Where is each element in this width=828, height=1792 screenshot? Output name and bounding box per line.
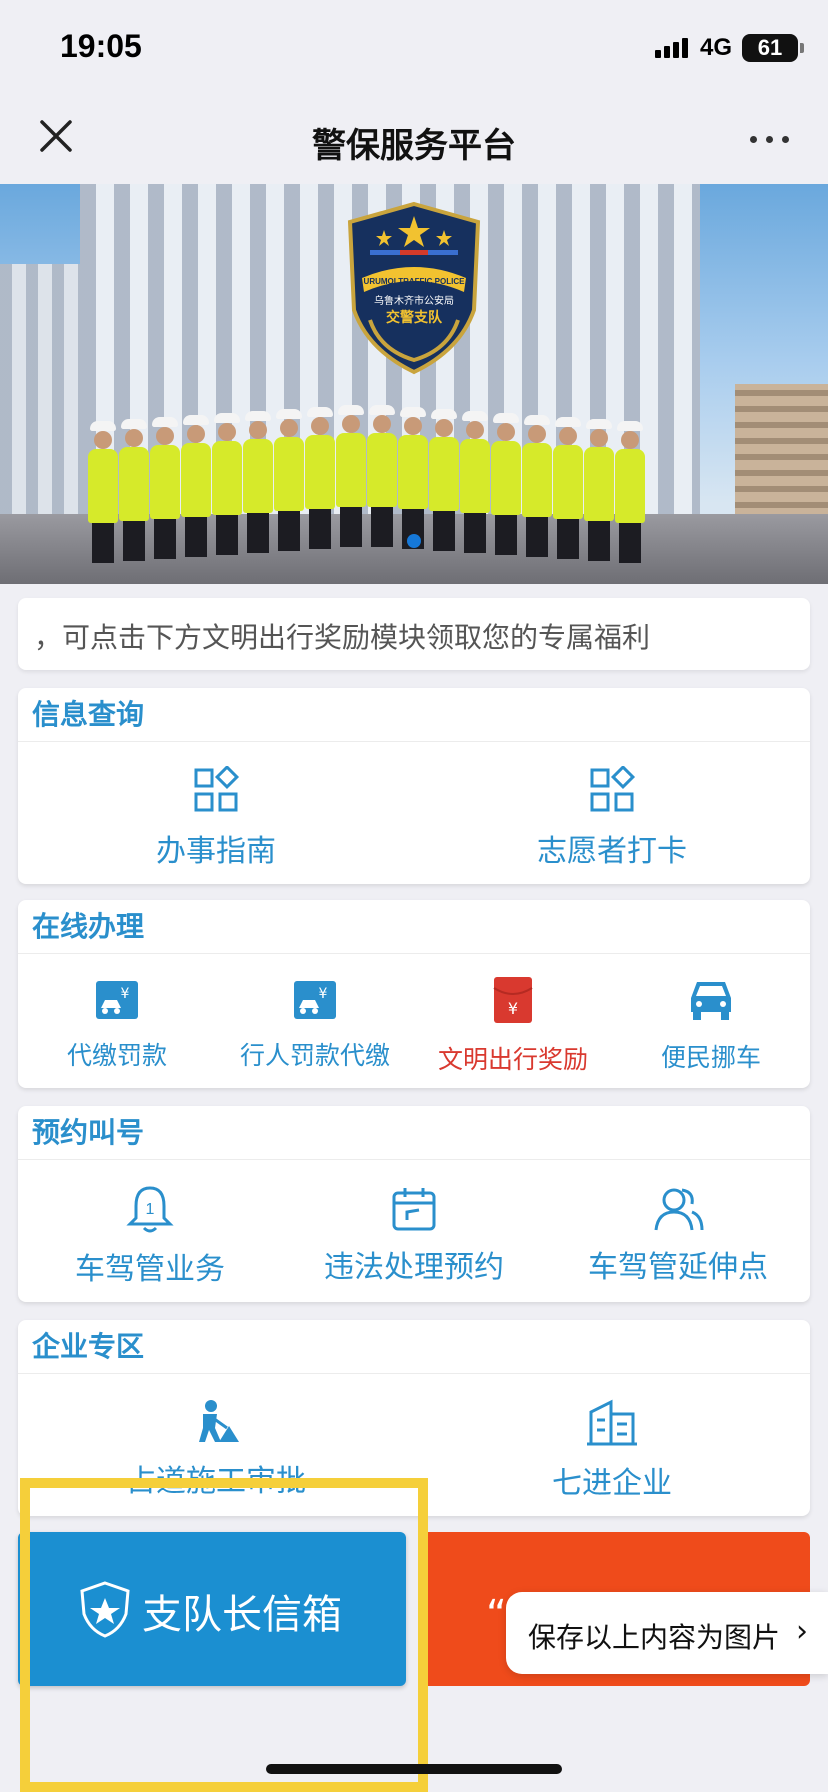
officer-figure	[150, 417, 180, 559]
signal-icon	[655, 38, 688, 58]
vehicle-license-business-item[interactable]: 1 车驾管业务	[18, 1160, 282, 1300]
status-bar: 19:05 4G 61	[0, 0, 828, 100]
banner-building-right	[735, 384, 828, 524]
section-info-query: 信息查询 办事指南 志愿者打卡	[18, 688, 810, 884]
officer-figure	[274, 409, 304, 551]
badge-text-en: URUMQI TRAFFIC POLICE	[364, 277, 466, 286]
officer-figure	[460, 411, 490, 553]
police-badge-logo: URUMQI TRAFFIC POLICE 乌鲁木齐市公安局 交警支队	[347, 201, 481, 375]
section-online-services: 在线办理 ¥ 代缴罚款 ¥ 行人罚款代缴 ¥ 文明出行奖励 便民挪车	[18, 900, 810, 1088]
officer-figure	[305, 407, 335, 549]
item-label: 代缴罚款	[66, 1041, 167, 1070]
badge-text-cn: 交警支队	[386, 309, 443, 326]
officer-figure	[212, 413, 242, 555]
officer-figure	[181, 415, 211, 557]
home-indicator[interactable]	[266, 1764, 562, 1774]
construction-worker-icon	[199, 1400, 239, 1442]
svg-text:1: 1	[146, 1201, 155, 1218]
officer-figure	[522, 415, 552, 557]
grid-apps-icon	[590, 766, 636, 812]
nav-bar: 警保服务平台	[0, 100, 828, 184]
section-title: 信息查询	[18, 688, 810, 742]
item-label: 违法处理预约	[324, 1250, 504, 1285]
officer-figure	[367, 405, 397, 547]
calendar-icon	[392, 1188, 436, 1231]
carousel-indicator[interactable]	[407, 534, 421, 548]
officer-figure	[119, 419, 149, 561]
officer-figure	[429, 409, 459, 551]
violation-appointment-item[interactable]: 违法处理预约	[282, 1160, 546, 1300]
more-icon[interactable]	[750, 136, 789, 143]
item-label: 文明出行奖励	[437, 1045, 588, 1074]
officer-figure	[398, 407, 428, 549]
officer-figure	[584, 419, 614, 561]
item-label: 便民挪车	[660, 1043, 761, 1072]
building-icon	[587, 1399, 637, 1446]
service-guide-item[interactable]: 办事指南	[18, 742, 414, 882]
grid-apps-icon	[194, 766, 240, 812]
save-as-image-label: 保存以上内容为图片	[528, 1621, 781, 1654]
pay-fine-item[interactable]: ¥ 代缴罚款	[18, 954, 216, 1086]
chevron-right-icon: ›	[796, 1614, 808, 1649]
page-title: 警保服务平台	[312, 126, 516, 166]
section-title: 预约叫号	[18, 1106, 810, 1160]
network-type: 4G	[700, 34, 733, 61]
save-as-image-button[interactable]: 保存以上内容为图片 ›	[506, 1592, 828, 1674]
red-envelope-icon: ¥	[493, 977, 533, 1023]
section-title: 企业专区	[18, 1320, 810, 1374]
item-label: 七进企业	[552, 1466, 672, 1501]
item-label: 志愿者打卡	[537, 834, 687, 869]
notice-text: ，可点击下方文明出行奖励模块领取您的专属福利	[34, 621, 651, 654]
officer-figure	[491, 413, 521, 555]
officer-figure	[553, 417, 583, 559]
officer-figure	[88, 421, 118, 563]
item-label: 车驾管业务	[75, 1252, 225, 1287]
item-label: 车驾管延伸点	[588, 1250, 768, 1285]
license-extension-point-item[interactable]: 车驾管延伸点	[546, 1160, 810, 1300]
banner-carousel[interactable]: URUMQI TRAFFIC POLICE 乌鲁木齐市公安局 交警支队	[0, 184, 828, 584]
svg-text:¥: ¥	[508, 999, 518, 1018]
status-time: 19:05	[60, 28, 142, 64]
officer-figure	[243, 411, 273, 553]
badge-text-cn-top: 乌鲁木齐市公安局	[374, 294, 454, 307]
item-label: 办事指南	[156, 834, 276, 869]
officer-figure	[615, 421, 645, 563]
section-title: 在线办理	[18, 900, 810, 954]
officer-figure	[336, 405, 366, 547]
item-label: 行人罚款代缴	[239, 1041, 390, 1070]
volunteer-checkin-item[interactable]: 志愿者打卡	[414, 742, 810, 882]
car-fine-icon: ¥	[96, 981, 138, 1019]
svg-text:¥: ¥	[121, 986, 130, 1002]
section-appointment: 预约叫号 1 车驾管业务 违法处理预约 车驾管延伸点	[18, 1106, 810, 1302]
civilized-travel-reward-item[interactable]: ¥ 文明出行奖励	[414, 954, 612, 1086]
users-icon	[654, 1188, 704, 1231]
car-icon	[691, 982, 731, 1020]
car-fine-icon: ¥	[294, 981, 336, 1019]
battery-icon: 61	[742, 34, 804, 62]
seven-into-enterprise-item[interactable]: 七进企业	[414, 1374, 810, 1514]
highlight-annotation-box	[20, 1478, 428, 1792]
pedestrian-fine-item[interactable]: ¥ 行人罚款代缴	[216, 954, 414, 1086]
svg-text:¥: ¥	[319, 986, 328, 1002]
notice-marquee: ，可点击下方文明出行奖励模块领取您的专属福利	[18, 598, 810, 670]
queue-bell-icon: 1	[126, 1186, 174, 1233]
move-car-item[interactable]: 便民挪车	[612, 954, 810, 1086]
